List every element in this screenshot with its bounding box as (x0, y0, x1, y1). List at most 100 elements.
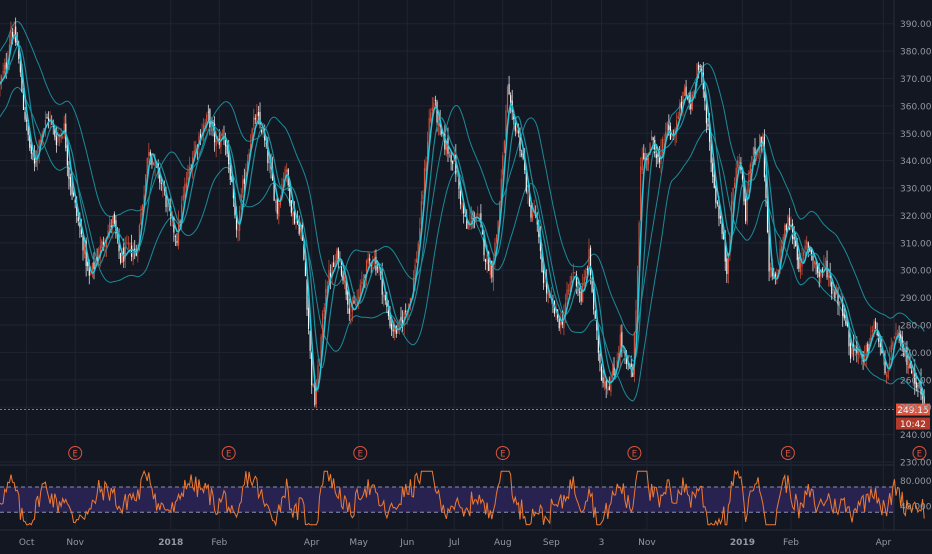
candle-body (503, 141, 505, 153)
candle-body (400, 316, 402, 321)
price-tick-label: 310.00 (900, 239, 932, 249)
candle-body (452, 160, 454, 165)
candle-body (126, 242, 128, 244)
candle-body (286, 169, 288, 172)
candle-body (834, 291, 836, 298)
candle-body (431, 107, 433, 112)
candle-body (651, 136, 653, 141)
candle-body (101, 240, 103, 248)
candle-body (871, 329, 874, 332)
price-tick-label: 370.00 (900, 75, 932, 85)
time-tick-label: Nov (638, 538, 656, 548)
time-tick-label: May (349, 538, 368, 548)
time-tick-label: Feb (211, 538, 227, 548)
candle-body (35, 161, 37, 163)
candle-body (461, 203, 463, 208)
time-tick-label: 3 (599, 538, 605, 548)
candle-body (712, 163, 714, 177)
candle-body (290, 200, 292, 213)
earnings-marker-label: E (226, 450, 231, 460)
candle-body (851, 348, 853, 355)
countdown-label: 10:42 (900, 420, 926, 430)
candle-body (716, 202, 719, 205)
candle-body (68, 167, 70, 179)
candle-body (450, 154, 452, 163)
candle-body (630, 363, 632, 367)
candle-body (589, 247, 592, 276)
candle-body (907, 365, 910, 369)
candle-body (719, 216, 722, 219)
candle-body (347, 291, 349, 305)
candle-body (185, 182, 187, 188)
candle-body (502, 155, 504, 175)
candle-body (24, 111, 26, 120)
earnings-marker-label: E (500, 450, 505, 460)
candle-body (705, 104, 708, 124)
candle-body (383, 295, 385, 297)
candle-body (613, 367, 615, 376)
candle-body (734, 183, 736, 189)
candle-body (586, 268, 588, 271)
candle-body (0, 76, 3, 80)
price-tick-label: 240.00 (900, 431, 932, 441)
candle-body (353, 300, 355, 304)
candle-body (818, 271, 820, 278)
candle-body (594, 311, 596, 319)
price-tick-label: 350.00 (900, 130, 932, 140)
oscillator-tick-label: 40.0000 (900, 502, 932, 512)
candle-body (859, 354, 861, 355)
candle-body (652, 137, 654, 140)
candle-body (621, 332, 623, 347)
candle-body (752, 147, 755, 156)
candle-body (574, 272, 576, 274)
candle-body (215, 140, 217, 147)
candle-body (492, 263, 495, 282)
candle-body (600, 366, 603, 381)
candle-body (707, 123, 709, 127)
candle-body (292, 212, 294, 217)
candle-body (583, 276, 585, 286)
candle-body (582, 284, 584, 303)
time-tick-label: Feb (783, 538, 799, 548)
candle-body (911, 370, 913, 374)
candle-body (732, 187, 734, 205)
earnings-marker-label: E (358, 450, 363, 460)
candle-body (510, 95, 512, 103)
candle-body (887, 369, 889, 379)
candle-body (188, 167, 191, 174)
candle-body (187, 169, 189, 180)
candle-body (560, 321, 562, 326)
candle-body (224, 140, 227, 147)
time-tick-label: 2019 (730, 538, 755, 548)
candle-body (350, 315, 352, 317)
chart-svg: 249.1510:42 EEEEEEE 230.00240.00250.0026… (0, 0, 932, 550)
candle-body (857, 350, 859, 355)
candle-body (793, 236, 795, 240)
candle-body (323, 307, 325, 313)
candle-body (567, 290, 570, 291)
candle-body (4, 64, 6, 74)
candle-body (527, 190, 529, 195)
candle-body (572, 272, 574, 274)
candle-body (174, 236, 177, 237)
candle-body (508, 83, 510, 95)
candle-body (799, 262, 802, 273)
candle-body (495, 234, 498, 243)
candle-body (478, 215, 480, 217)
candle-body (2, 70, 4, 74)
candle-body (751, 156, 753, 161)
candle-body (242, 180, 244, 193)
candle-body (336, 250, 338, 263)
oscillator-tick-label: 80.0000 (900, 477, 932, 487)
candle-body (831, 282, 833, 294)
candle-body (295, 221, 297, 223)
candle-body (893, 336, 896, 339)
tsla-style-chart: 249.15 10:42 EEEEEEE 230.00 240.00 250.00 26… (0, 0, 932, 550)
candle-body (91, 262, 94, 271)
candle-body (130, 245, 133, 257)
candle-body (798, 257, 800, 269)
candle-body (268, 161, 271, 164)
candle-body (610, 378, 612, 392)
candle-body (679, 103, 681, 116)
candle-body (430, 112, 432, 122)
